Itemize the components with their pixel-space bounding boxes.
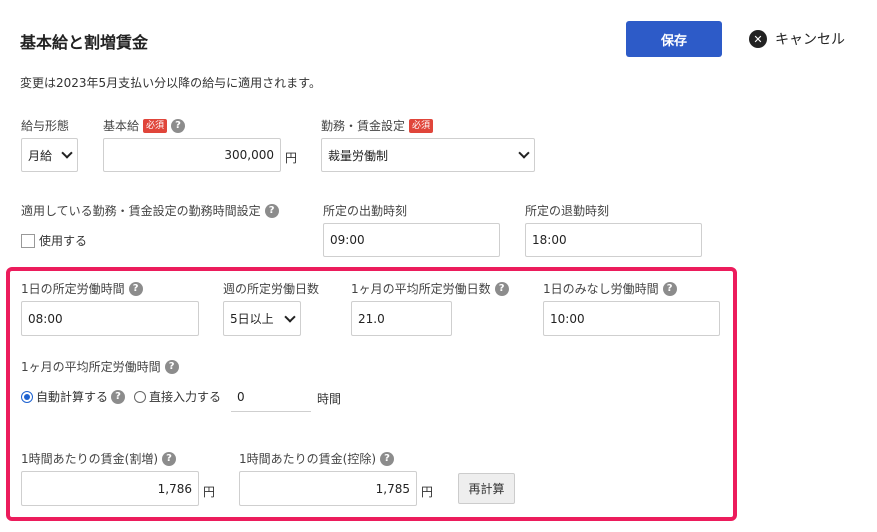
deemed-hours-input[interactable]: 10:00 bbox=[543, 301, 720, 336]
required-badge: 必須 bbox=[143, 118, 168, 133]
auto-calc-label[interactable]: 自動計算する bbox=[36, 388, 108, 405]
pay-type-select[interactable]: 月給 bbox=[21, 138, 78, 172]
applied-setting-label: 適用している勤務・賃金設定の勤務時間設定 ? bbox=[21, 202, 279, 219]
deemed-hours-label: 1日のみなし労働時間 ? bbox=[543, 280, 677, 297]
dialog-title: 基本給と割増賃金 bbox=[20, 33, 149, 52]
manual-hours-input[interactable]: 0 bbox=[231, 382, 311, 412]
base-salary-label: 基本給 必須 ? bbox=[103, 117, 186, 134]
pay-type-label: 給与形態 bbox=[21, 119, 70, 133]
help-icon[interactable]: ? bbox=[171, 118, 186, 133]
daily-hours-label: 1日の所定労働時間 ? bbox=[21, 280, 143, 297]
hourly-increase-input[interactable]: 1,786 bbox=[21, 471, 199, 506]
save-button[interactable]: 保存 bbox=[626, 21, 722, 57]
monthly-avg-days-label: 1ヶ月の平均所定労働日数 ? bbox=[351, 280, 509, 297]
close-circle-icon: ✕ bbox=[749, 30, 767, 48]
monthly-avg-days-input[interactable]: 21.0 bbox=[351, 301, 452, 336]
manual-input-label[interactable]: 直接入力する bbox=[149, 388, 221, 405]
help-icon[interactable]: ? bbox=[162, 451, 176, 466]
chevron-down-icon bbox=[284, 310, 296, 323]
end-time-label: 所定の退勤時刻 bbox=[525, 204, 610, 218]
use-checkbox-row[interactable]: 使用する bbox=[21, 232, 87, 249]
cancel-label: キャンセル bbox=[775, 32, 845, 48]
start-time-label: 所定の出勤時刻 bbox=[323, 204, 408, 218]
hourly-increase-unit: 円 bbox=[203, 485, 216, 499]
monthly-avg-hours-label: 1ヶ月の平均所定労働時間 ? bbox=[21, 358, 179, 375]
base-salary-unit: 円 bbox=[285, 151, 298, 165]
daily-hours-input[interactable]: 08:00 bbox=[21, 301, 199, 336]
hourly-increase-label: 1時間あたりの賃金(割増) ? bbox=[21, 450, 176, 467]
use-checkbox[interactable] bbox=[21, 233, 35, 248]
hourly-deduct-label: 1時間あたりの賃金(控除) ? bbox=[239, 450, 394, 467]
help-icon[interactable]: ? bbox=[128, 281, 143, 296]
help-icon[interactable]: ? bbox=[111, 389, 126, 404]
help-icon[interactable]: ? bbox=[662, 281, 677, 296]
help-icon[interactable]: ? bbox=[380, 451, 394, 466]
weekly-days-select[interactable]: 5日以上 bbox=[223, 301, 301, 336]
start-time-input[interactable]: 09:00 bbox=[323, 223, 500, 257]
base-salary-input[interactable]: 300,000 bbox=[103, 138, 281, 172]
required-badge: 必須 bbox=[409, 118, 434, 133]
help-icon[interactable]: ? bbox=[264, 203, 279, 218]
hourly-deduct-unit: 円 bbox=[421, 485, 434, 499]
work-setting-select[interactable]: 裁量労働制 bbox=[321, 138, 535, 172]
manual-hours-unit: 時間 bbox=[317, 392, 342, 406]
recalculate-button[interactable]: 再計算 bbox=[458, 473, 515, 504]
cancel-button[interactable]: ✕ キャンセル bbox=[749, 28, 845, 50]
auto-calc-radio[interactable] bbox=[21, 390, 33, 403]
work-setting-label: 勤務・賃金設定 必須 bbox=[321, 117, 434, 134]
manual-input-radio[interactable] bbox=[134, 390, 147, 403]
chevron-down-icon bbox=[518, 147, 530, 159]
help-icon[interactable]: ? bbox=[164, 359, 179, 374]
notice-text: 変更は2023年5月支払い分以降の給与に適用されます。 bbox=[20, 76, 321, 90]
hourly-deduct-input[interactable]: 1,785 bbox=[239, 471, 417, 506]
end-time-input[interactable]: 18:00 bbox=[525, 223, 702, 257]
help-icon[interactable]: ? bbox=[494, 281, 509, 296]
calc-mode-radio-group: 自動計算する ? 直接入力する bbox=[21, 388, 221, 405]
chevron-down-icon bbox=[61, 147, 73, 159]
weekly-days-label: 週の所定労働日数 bbox=[223, 282, 320, 296]
